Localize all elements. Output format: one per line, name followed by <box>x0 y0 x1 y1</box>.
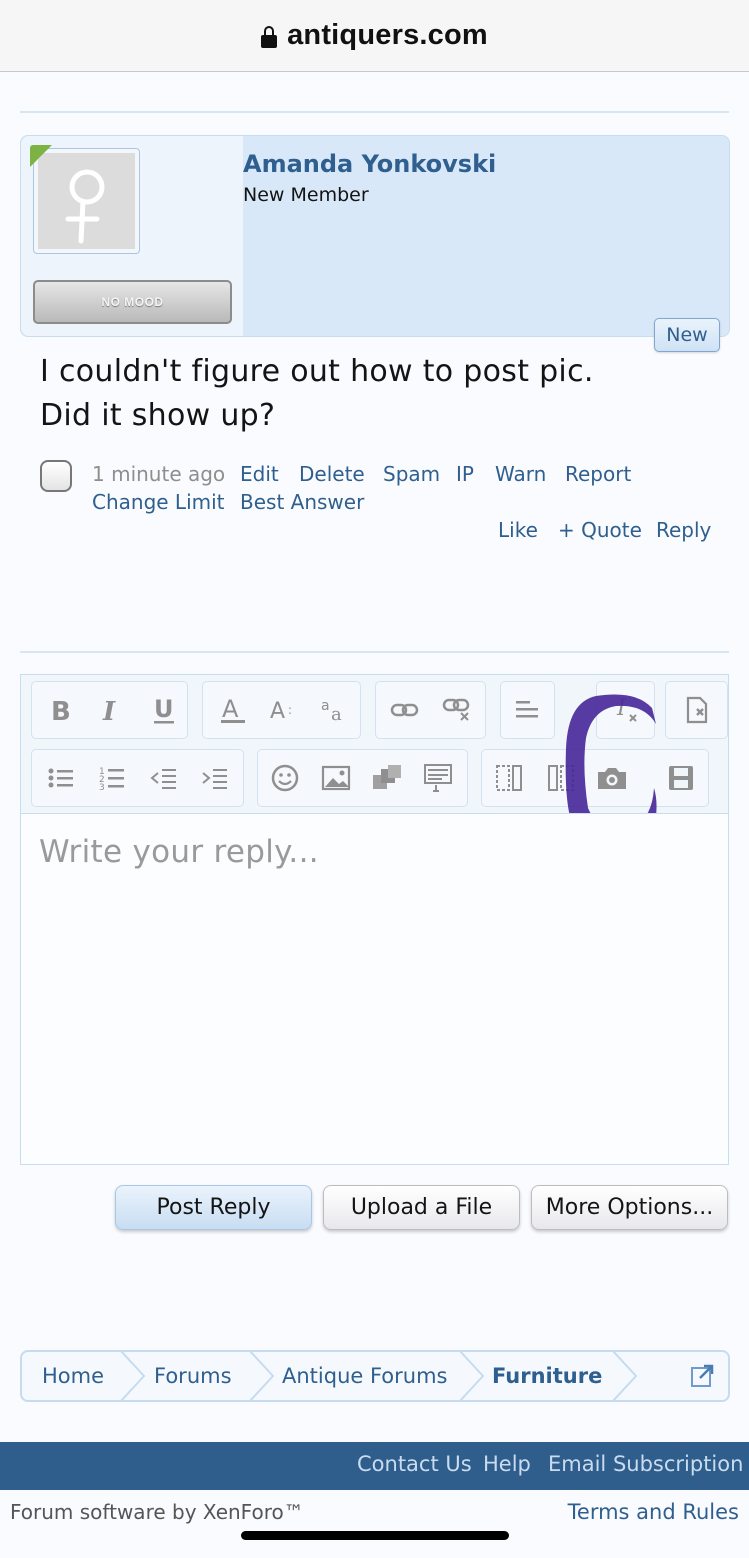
divider <box>20 111 729 113</box>
bold-icon[interactable]: B <box>38 687 84 733</box>
breadcrumb-separator-icon <box>120 1352 146 1400</box>
svg-text:A: A <box>270 699 285 724</box>
svg-text:3: 3 <box>99 783 105 791</box>
browser-url-bar[interactable]: antiquers.com <box>0 0 749 72</box>
female-symbol-icon <box>65 169 105 244</box>
edit-link[interactable]: Edit <box>240 462 279 486</box>
quote-link[interactable]: + Quote <box>558 518 642 542</box>
image-icon[interactable] <box>313 755 359 801</box>
quote-block-icon[interactable] <box>415 755 461 801</box>
online-indicator-icon <box>30 145 52 167</box>
contact-us-link[interactable]: Contact Us <box>357 1452 472 1476</box>
more-options-button[interactable]: More Options... <box>531 1185 728 1230</box>
font-color-icon[interactable]: A <box>210 687 256 733</box>
svg-text::: : <box>288 703 292 717</box>
reply-link[interactable]: Reply <box>656 518 711 542</box>
svg-text:a: a <box>331 704 342 724</box>
copyright-text[interactable]: Forum software by XenForo™ <box>10 1500 304 1524</box>
email-subscription-link[interactable]: Email Subscription <box>548 1452 743 1476</box>
indent-icon[interactable] <box>192 755 238 801</box>
svg-text:B: B <box>51 697 71 724</box>
post-time[interactable]: 1 minute ago <box>92 462 225 486</box>
divider <box>20 651 729 653</box>
user-sidebar: NO MOOD <box>21 136 243 336</box>
breadcrumb-home[interactable]: Home <box>42 1352 104 1400</box>
new-badge: New <box>654 318 720 352</box>
spam-link[interactable]: Spam <box>383 462 440 486</box>
like-link[interactable]: Like <box>498 518 538 542</box>
jump-menu-icon[interactable] <box>690 1362 716 1388</box>
mood-label: NO MOOD <box>101 295 164 309</box>
report-link[interactable]: Report <box>565 462 631 486</box>
unlink-icon[interactable] <box>434 687 480 733</box>
smilie-icon[interactable] <box>262 755 308 801</box>
post-reply-button[interactable]: Post Reply <box>115 1185 312 1230</box>
breadcrumb-forums[interactable]: Forums <box>154 1352 232 1400</box>
post-message: I couldn't figure out how to post pic. D… <box>40 350 680 438</box>
delete-link[interactable]: Delete <box>299 462 365 486</box>
home-indicator[interactable] <box>241 1531 509 1540</box>
breadcrumb-current[interactable]: Furniture <box>492 1352 602 1400</box>
message-line: I couldn't figure out how to post pic. <box>40 354 594 389</box>
warn-link[interactable]: Warn <box>495 462 546 486</box>
user-title: New Member <box>243 184 369 206</box>
help-link[interactable]: Help <box>483 1452 531 1476</box>
bullet-list-icon[interactable] <box>38 755 84 801</box>
breadcrumb-separator-icon <box>612 1352 638 1400</box>
outdent-icon[interactable] <box>141 755 187 801</box>
breadcrumb-antique-forums[interactable]: Antique Forums <box>282 1352 448 1400</box>
align-icon[interactable] <box>504 687 550 733</box>
lock-icon <box>261 25 278 48</box>
upload-file-button[interactable]: Upload a File <box>323 1185 520 1230</box>
ip-link[interactable]: IP <box>456 462 474 486</box>
message-line: Did it show up? <box>40 398 276 433</box>
insert-before-icon[interactable] <box>486 755 532 801</box>
terms-link[interactable]: Terms and Rules <box>568 1500 739 1524</box>
font-size-icon[interactable]: A: <box>261 687 307 733</box>
username-link[interactable]: Amanda Yonkovski <box>243 150 496 178</box>
svg-text:A: A <box>222 695 239 723</box>
change-limit-link[interactable]: Change Limit <box>92 490 225 514</box>
select-post-checkbox[interactable] <box>40 460 72 492</box>
breadcrumb-separator-icon <box>249 1352 275 1400</box>
italic-icon[interactable]: I <box>89 687 135 733</box>
breadcrumb: Home Forums Antique Forums Furniture <box>20 1350 730 1402</box>
media-icon[interactable] <box>364 755 410 801</box>
best-answer-link[interactable]: Best Answer <box>240 490 364 514</box>
mood-button[interactable]: NO MOOD <box>33 280 232 324</box>
reply-textarea[interactable]: Write your reply... <box>20 813 729 1165</box>
svg-text:U: U <box>154 695 174 723</box>
svg-text:I: I <box>102 697 116 724</box>
numbered-list-icon[interactable]: 123 <box>89 755 135 801</box>
url-domain: antiquers.com <box>287 19 488 51</box>
reply-placeholder: Write your reply... <box>39 834 319 870</box>
font-family-icon[interactable]: aa <box>312 687 358 733</box>
bb-code-icon[interactable] <box>674 687 720 733</box>
breadcrumb-separator-icon <box>459 1352 485 1400</box>
svg-text:a: a <box>321 698 330 714</box>
post-user-info: NO MOOD Amanda Yonkovski New Member <box>20 135 730 337</box>
link-icon[interactable] <box>382 687 428 733</box>
underline-icon[interactable]: U <box>141 687 187 733</box>
